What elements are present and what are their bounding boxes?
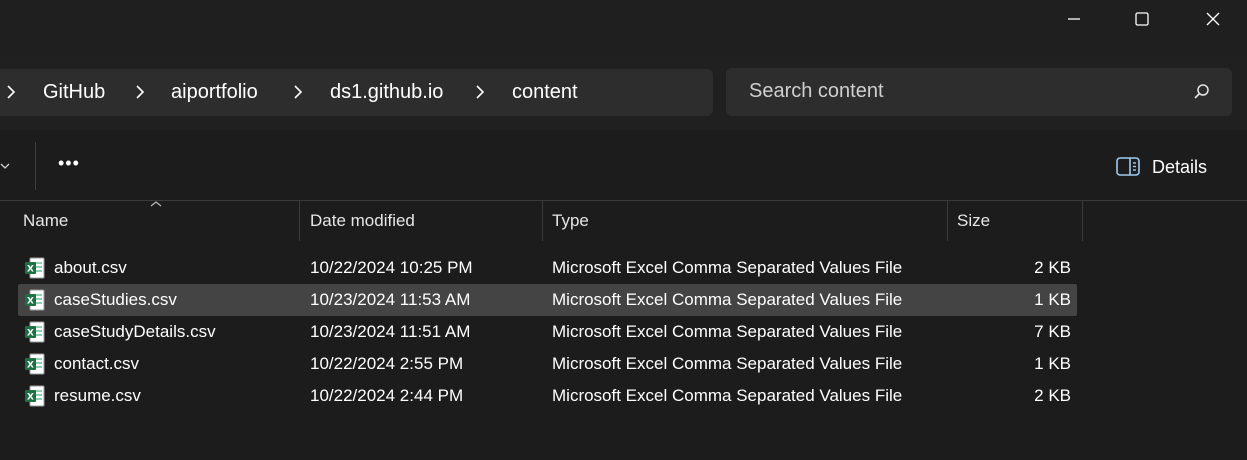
close-button[interactable] (1177, 0, 1247, 38)
close-icon (1206, 12, 1220, 26)
file-size: 1 KB (1034, 354, 1071, 373)
column-resize-handle[interactable] (542, 201, 543, 241)
file-name: about.csv (54, 258, 127, 277)
chevron-right-icon[interactable] (133, 82, 147, 102)
address-row: GitHub aiportfolio ds1.github.io content… (0, 56, 1247, 131)
column-header-name[interactable]: Name (23, 201, 293, 241)
details-label: Details (1152, 156, 1208, 177)
svg-text:X: X (27, 360, 34, 370)
column-resize-handle[interactable] (947, 201, 948, 241)
file-date-modified: 10/22/2024 2:44 PM (310, 386, 464, 405)
chevron-right-icon[interactable] (291, 82, 305, 102)
chevron-down-icon[interactable] (0, 162, 10, 170)
file-row-selected[interactable]: X caseStudies.csv 10/23/2024 11:53 AM Mi… (18, 284, 1077, 316)
search-placeholder: Search content (749, 80, 884, 102)
file-date-modified: 10/23/2024 11:53 AM (310, 290, 471, 309)
excel-csv-file-icon: X (25, 289, 45, 311)
toolbar-divider (35, 142, 36, 190)
excel-csv-file-icon: X (25, 321, 45, 343)
minimize-button[interactable] (1038, 0, 1110, 38)
file-row[interactable]: X resume.csv 10/22/2024 2:44 PM Microsof… (18, 380, 1077, 412)
file-row[interactable]: X about.csv 10/22/2024 10:25 PM Microsof… (18, 252, 1077, 284)
file-type: Microsoft Excel Comma Separated Values F… (552, 258, 903, 277)
maximize-icon (1135, 12, 1149, 26)
chevron-right-icon[interactable] (473, 82, 487, 102)
column-header-type[interactable]: Type (552, 201, 942, 241)
file-size: 1 KB (1034, 290, 1071, 309)
file-size: 7 KB (1034, 322, 1071, 341)
file-name: contact.csv (54, 354, 140, 373)
breadcrumb-item-ds1-github-io[interactable]: ds1.github.io (330, 81, 443, 104)
file-type: Microsoft Excel Comma Separated Values F… (552, 386, 903, 405)
file-date-modified: 10/22/2024 10:25 PM (310, 258, 473, 277)
column-resize-handle[interactable] (1082, 201, 1083, 241)
breadcrumb-item-github[interactable]: GitHub (43, 81, 105, 104)
file-row[interactable]: X caseStudyDetails.csv 10/23/2024 11:51 … (18, 316, 1077, 348)
excel-csv-file-icon: X (25, 385, 45, 407)
file-date-modified: 10/23/2024 11:51 AM (310, 322, 471, 341)
file-name: caseStudyDetails.csv (54, 322, 216, 341)
column-resize-handle[interactable] (299, 201, 300, 241)
file-type: Microsoft Excel Comma Separated Values F… (552, 354, 903, 373)
breadcrumb-item-aiportfolio[interactable]: aiportfolio (171, 81, 258, 104)
search-icon[interactable] (1193, 83, 1211, 101)
search-input[interactable]: Search content (726, 68, 1232, 116)
file-type: Microsoft Excel Comma Separated Values F… (552, 322, 903, 341)
file-type: Microsoft Excel Comma Separated Values F… (552, 290, 903, 309)
svg-text:X: X (27, 328, 34, 338)
svg-text:X: X (27, 296, 34, 306)
minimize-icon (1068, 18, 1080, 20)
file-name: resume.csv (54, 386, 141, 405)
file-date-modified: 10/22/2024 2:55 PM (310, 354, 464, 373)
command-bar: ••• Details (0, 130, 1247, 201)
details-button[interactable]: Details (1116, 150, 1207, 184)
excel-csv-file-icon: X (25, 353, 45, 375)
file-size: 2 KB (1034, 386, 1071, 405)
title-bar (0, 0, 1247, 56)
column-header-row: Name Date modified Type Size (0, 201, 1247, 241)
column-header-size[interactable]: Size (957, 201, 1077, 241)
file-size: 2 KB (1034, 258, 1071, 277)
svg-text:X: X (27, 392, 34, 402)
column-header-date-modified[interactable]: Date modified (310, 201, 535, 241)
maximize-button[interactable] (1106, 0, 1178, 38)
details-pane-icon (1116, 157, 1140, 176)
address-bar[interactable]: GitHub aiportfolio ds1.github.io content (0, 69, 713, 116)
file-row[interactable]: X contact.csv 10/22/2024 2:55 PM Microso… (18, 348, 1077, 380)
file-name: caseStudies.csv (54, 290, 177, 309)
excel-csv-file-icon: X (25, 257, 45, 279)
breadcrumb-item-content[interactable]: content (512, 81, 578, 104)
chevron-right-icon[interactable] (4, 82, 18, 102)
svg-text:X: X (27, 264, 34, 274)
more-options-button[interactable]: ••• (58, 153, 80, 174)
